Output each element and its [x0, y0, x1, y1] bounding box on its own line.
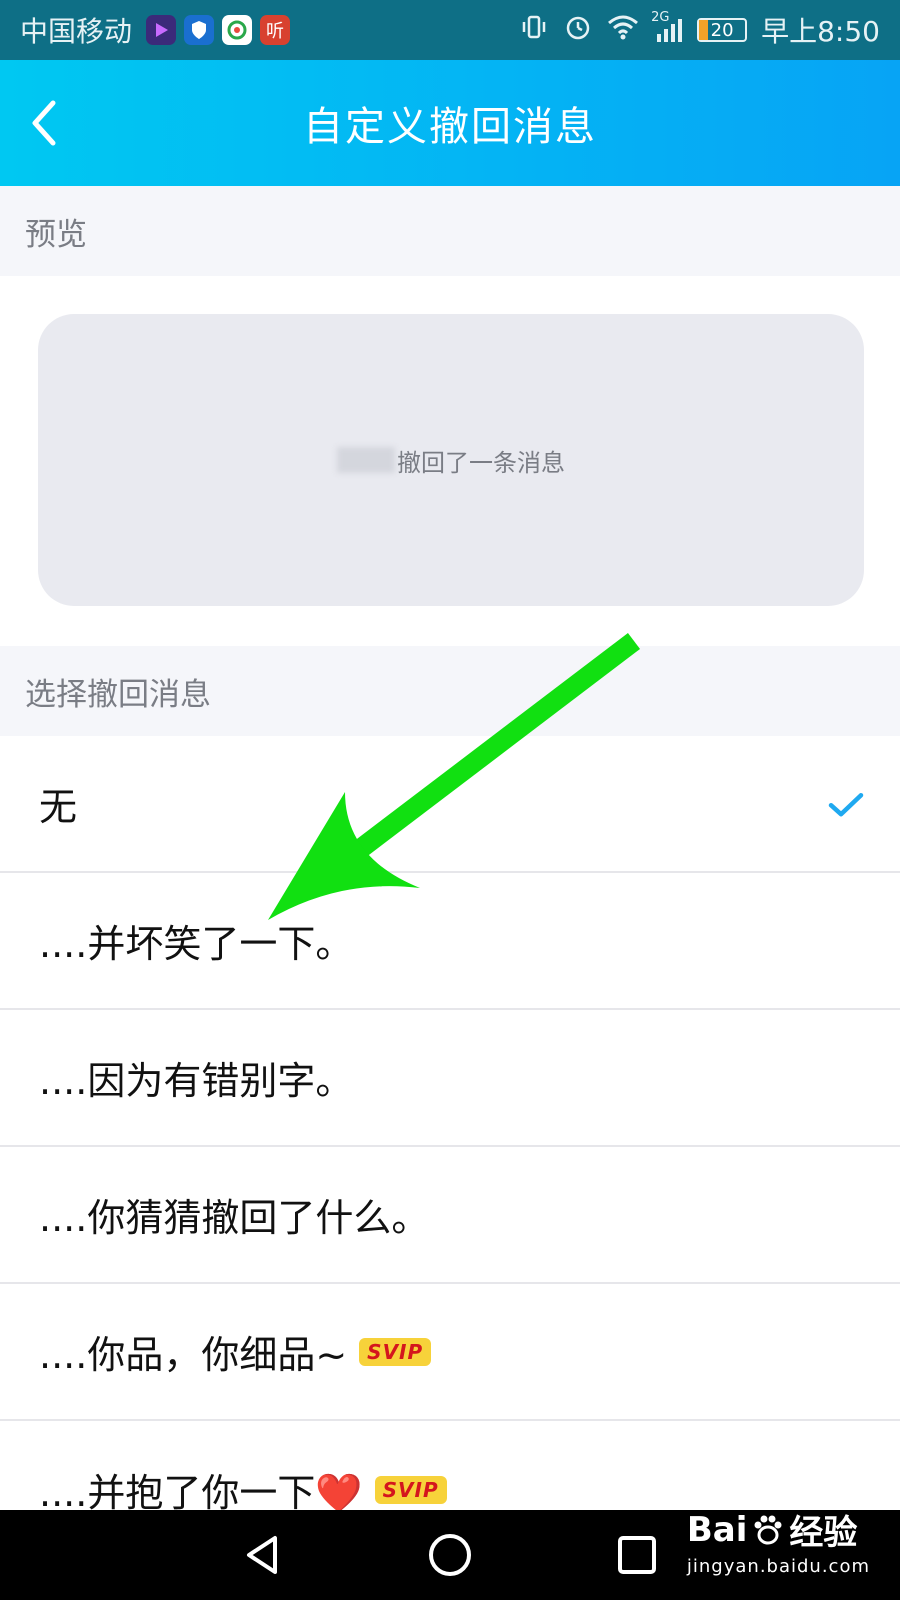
page-title: 自定义撤回消息 — [303, 104, 597, 150]
status-bar: 中国移动 听 2G 20 早上8:50 — [0, 0, 900, 60]
option-label: ....因为有错别字。 — [39, 1059, 354, 1103]
preview-section-label: 预览 — [25, 216, 87, 253]
option-label: ....你猜猜撤回了什么。 — [39, 1196, 430, 1240]
square-recent-icon — [617, 1536, 656, 1574]
clock-time: 早上8:50 — [761, 15, 880, 48]
back-button[interactable] — [14, 93, 74, 153]
preview-card: 撤回了一条消息 — [38, 314, 864, 606]
watermark-logo: Bai 经验 — [687, 1505, 870, 1554]
vibrate-icon — [519, 12, 549, 49]
status-right: 2G 20 早上8:50 — [519, 10, 880, 50]
watermark-url: jingyan.baidu.com — [686, 1556, 870, 1577]
chevron-left-icon — [32, 100, 56, 146]
svip-badge: SVIP — [374, 1475, 447, 1504]
triangle-back-icon — [247, 1536, 278, 1574]
select-section-label: 选择撤回消息 — [25, 676, 211, 713]
battery-fill — [699, 20, 709, 40]
option-label: 无 — [39, 785, 78, 829]
check-icon — [828, 791, 864, 823]
battery-icon: 20 — [697, 18, 748, 42]
option-none[interactable]: 无 — [0, 736, 900, 873]
title-bar: 自定义撤回消息 — [0, 60, 900, 186]
preview-message: 撤回了一条消息 — [337, 443, 565, 478]
battery-level: 20 — [710, 19, 734, 41]
video-app-icon — [146, 15, 177, 45]
camera-app-icon — [222, 15, 253, 45]
nav-back-button[interactable] — [233, 1525, 293, 1585]
alarm-icon — [563, 12, 593, 49]
select-section-header: 选择撤回消息 — [0, 646, 900, 736]
option-label: ....你品，你细品~ — [39, 1333, 348, 1377]
option-label: ....并坏笑了一下。 — [39, 922, 354, 966]
watermark-brand-b: 经验 — [789, 1513, 858, 1553]
nav-recent-button[interactable] — [607, 1525, 667, 1585]
preview-area: 撤回了一条消息 — [0, 276, 900, 646]
paw-icon — [754, 1515, 782, 1544]
preview-section-header: 预览 — [0, 186, 900, 276]
option-label: ....并抱了你一下❤️ — [39, 1471, 363, 1515]
blurred-username — [337, 447, 395, 473]
shield-app-icon — [184, 15, 215, 45]
option-smirk[interactable]: ....并坏笑了一下。 — [0, 873, 900, 1010]
baidu-watermark: Bai 经验 jingyan.baidu.com — [686, 1505, 870, 1578]
svip-badge: SVIP — [359, 1337, 432, 1366]
signal-icon: 2G — [651, 10, 683, 44]
option-typo[interactable]: ....因为有错别字。 — [0, 1010, 900, 1147]
wifi-icon — [607, 13, 639, 48]
status-left: 中国移动 听 — [20, 10, 291, 50]
option-guess[interactable]: ....你猜猜撤回了什么。 — [0, 1147, 900, 1284]
carrier-label: 中国移动 — [20, 15, 133, 48]
watermark-brand-a: Bai — [686, 1509, 748, 1550]
options-list: 无 ....并坏笑了一下。 ....因为有错别字。 ....你猜猜撤回了什么。 … — [0, 736, 900, 1558]
option-savor[interactable]: ....你品，你细品~ SVIP — [0, 1284, 900, 1421]
preview-message-text: 撤回了一条消息 — [397, 448, 565, 477]
circle-home-icon — [428, 1534, 471, 1576]
nav-home-button[interactable] — [420, 1525, 480, 1585]
ting-app-icon: 听 — [260, 15, 291, 45]
network-type-label: 2G — [651, 10, 670, 25]
